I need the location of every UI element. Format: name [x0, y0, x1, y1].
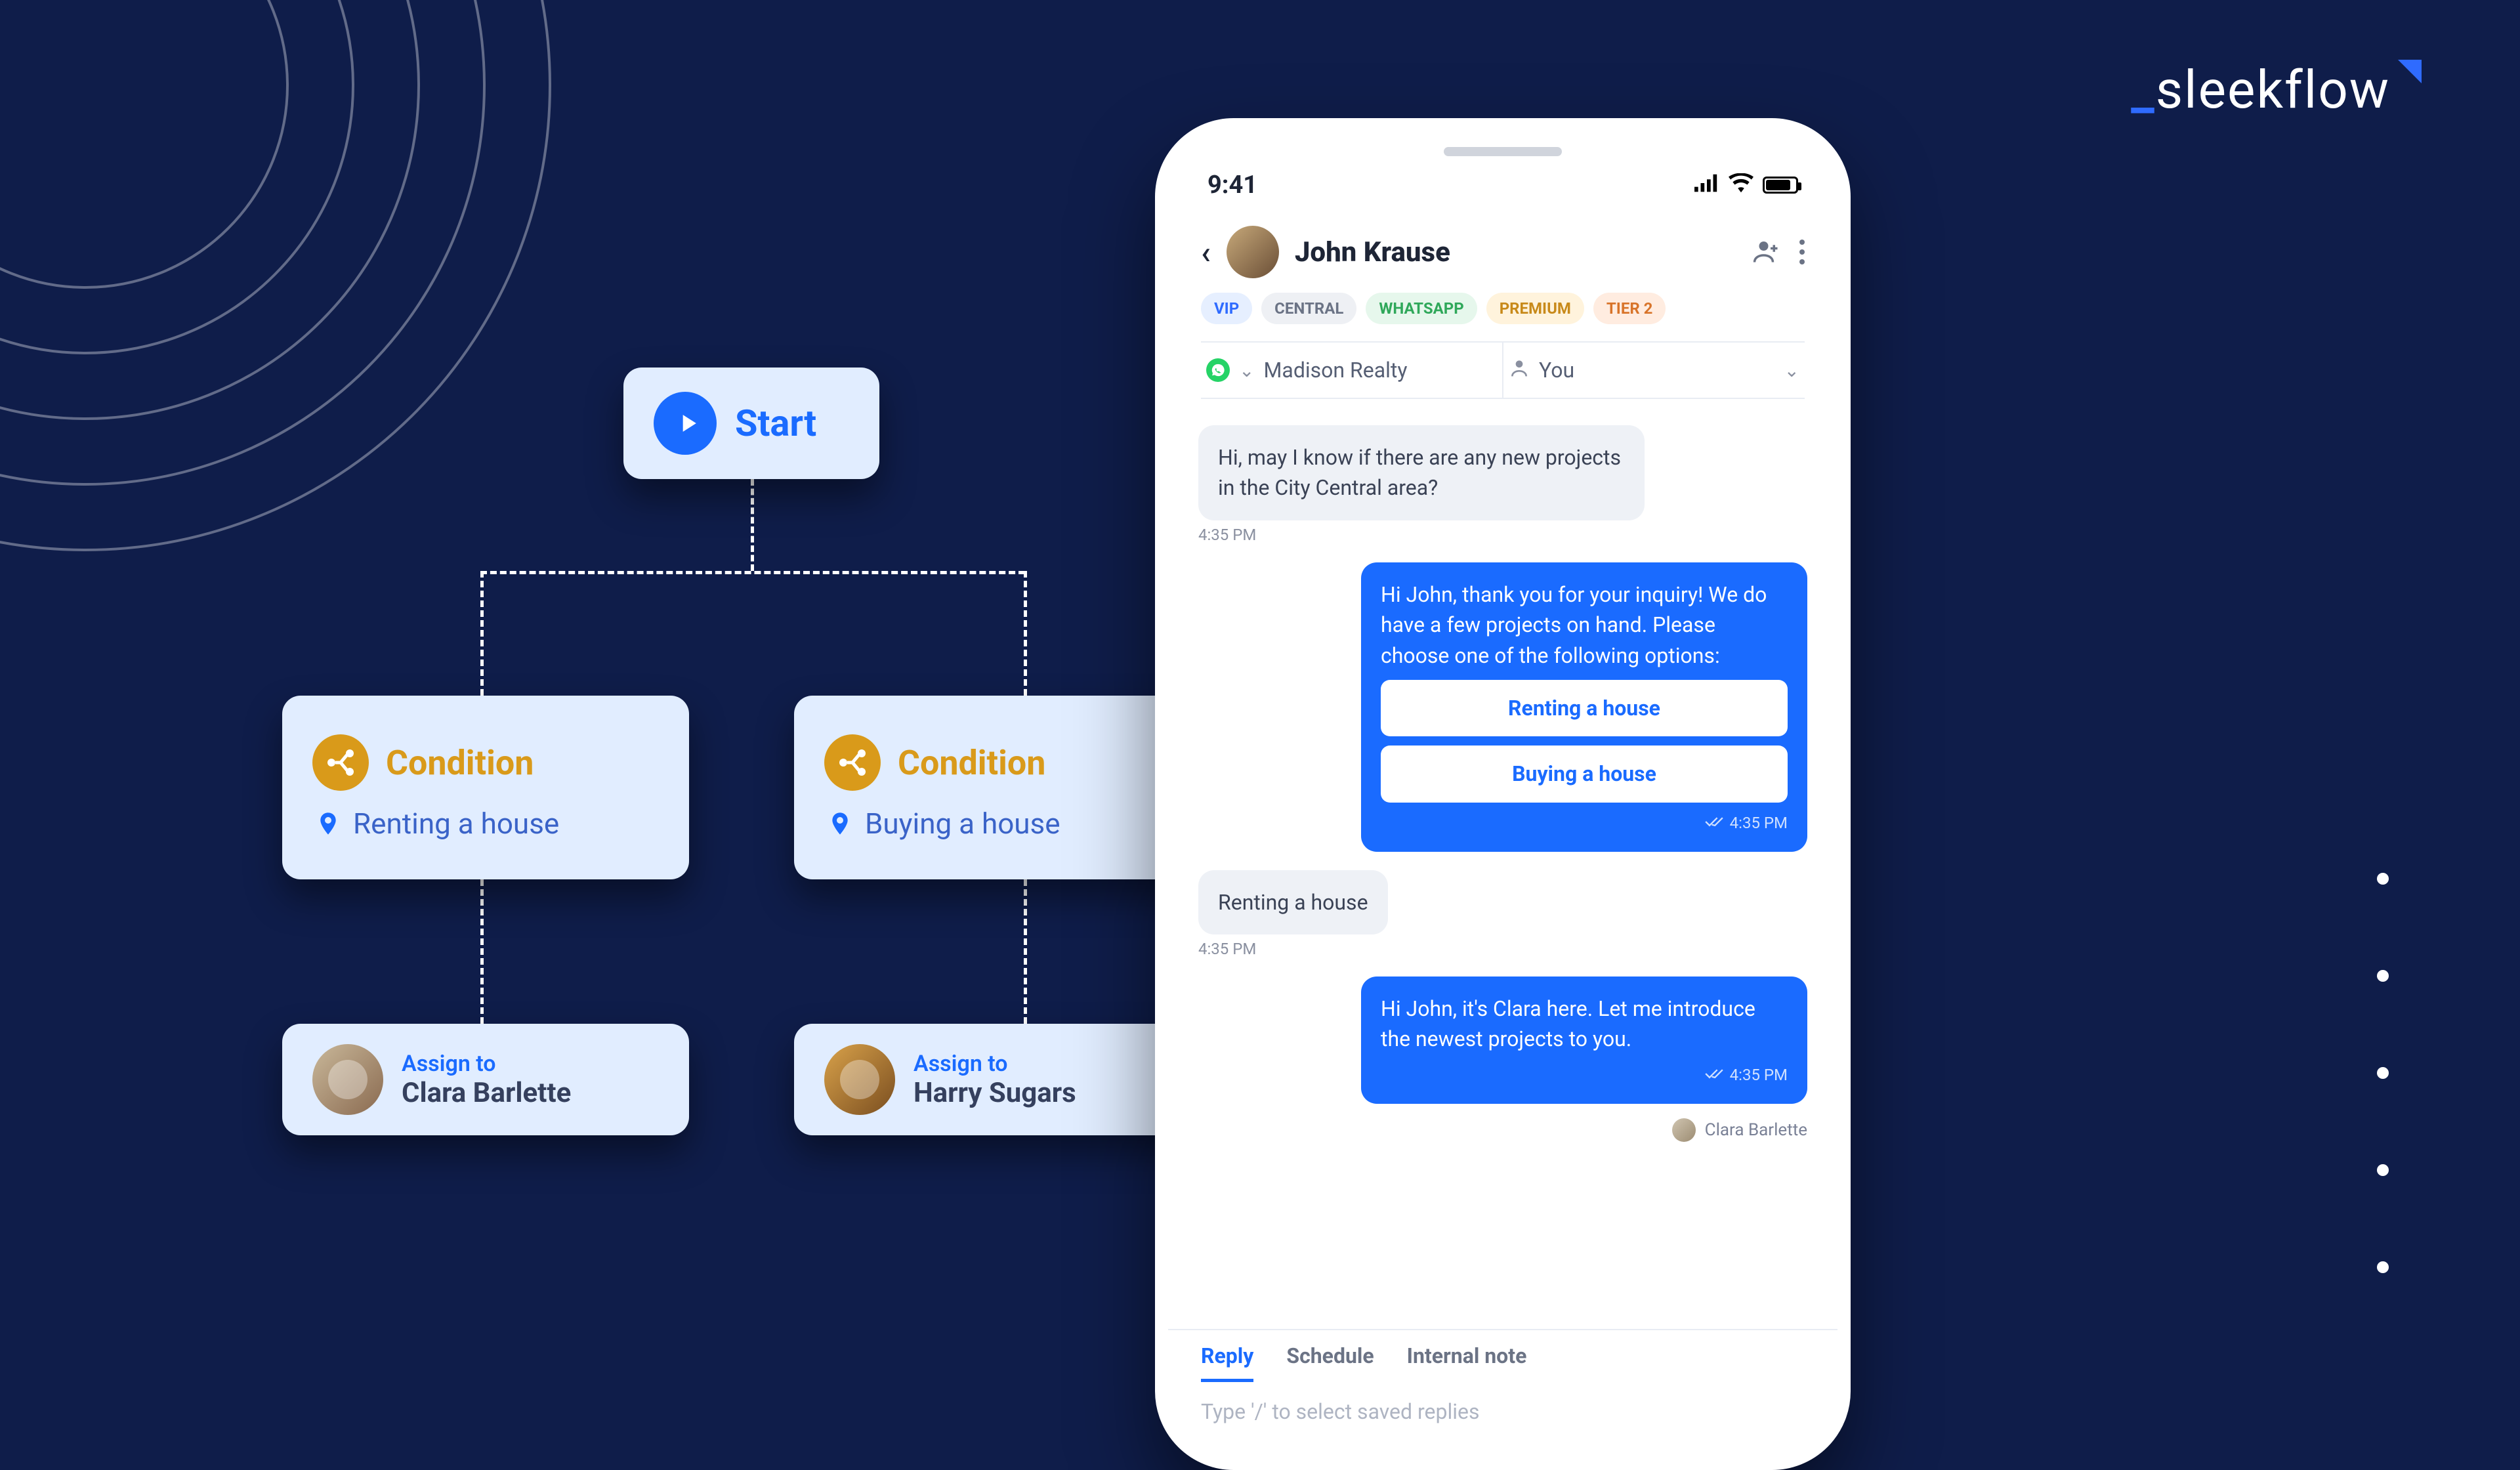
tab-reply[interactable]: Reply [1201, 1343, 1253, 1382]
composer: Reply Schedule Internal note Type '/' to… [1168, 1329, 1838, 1457]
brand-text: sleekflow [2156, 59, 2390, 121]
tag-tier[interactable]: TIER 2 [1593, 293, 1666, 324]
option-renting-button[interactable]: Renting a house [1381, 680, 1788, 736]
assignee-name: Clara Barlette [402, 1077, 571, 1109]
assignee-selector[interactable]: You ⌄ [1503, 343, 1805, 398]
pin-icon [315, 810, 341, 837]
tag-vip[interactable]: VIP [1201, 293, 1252, 324]
message-out-options: Hi John, thank you for your inquiry! We … [1361, 562, 1807, 852]
branch-icon [312, 734, 369, 791]
condition-title: Condition [386, 743, 534, 783]
branch-icon [824, 734, 881, 791]
sender-name: Clara Barlette [1705, 1120, 1807, 1140]
contact-tags: VIP CENTRAL WHATSAPP PREMIUM TIER 2 [1201, 293, 1805, 324]
tag-premium[interactable]: PREMIUM [1486, 293, 1584, 324]
message-text: Hi, may I know if there are any new proj… [1198, 425, 1645, 520]
play-icon [654, 392, 717, 455]
assignee-name: You [1539, 358, 1574, 383]
message-out: Hi John, it's Clara here. Let me introdu… [1361, 976, 1807, 1104]
connector [480, 571, 484, 696]
signal-icon [1694, 171, 1719, 200]
chat-body: Hi, may I know if there are any new proj… [1168, 399, 1838, 1148]
assignee-name: Harry Sugars [914, 1077, 1076, 1109]
more-icon[interactable] [1799, 237, 1805, 267]
message-text: Renting a house [1198, 870, 1388, 934]
person-icon [1509, 357, 1530, 383]
message-in: Renting a house 4:35 PM [1198, 870, 1388, 958]
tag-whatsapp[interactable]: WHATSAPP [1366, 293, 1477, 324]
read-receipt-icon [1705, 1064, 1723, 1087]
message-text: Hi John, thank you for your inquiry! We … [1381, 579, 1788, 671]
avatar [312, 1044, 383, 1115]
flow-start-label: Start [735, 402, 816, 445]
status-bar: 9:41 [1168, 131, 1838, 213]
phone-mockup: 9:41 ‹ John Krause VIP CENTRAL WHATSAPP … [1155, 118, 1851, 1470]
whatsapp-icon [1206, 358, 1230, 382]
flow-assign-harry[interactable]: Assign to Harry Sugars [794, 1024, 1201, 1135]
flow-assign-clara[interactable]: Assign to Clara Barlette [282, 1024, 689, 1135]
connector [1024, 879, 1027, 1024]
option-buying-button[interactable]: Buying a house [1381, 746, 1788, 802]
back-button[interactable]: ‹ [1201, 234, 1211, 271]
sender-caption: Clara Barlette [1672, 1118, 1807, 1142]
tab-schedule[interactable]: Schedule [1286, 1343, 1374, 1382]
flow-start-node[interactable]: Start [623, 368, 879, 479]
chat-header: ‹ John Krause VIP CENTRAL WHATSAPP PREMI… [1168, 213, 1838, 399]
channel-name: Madison Realty [1263, 358, 1407, 383]
message-time: 4:35 PM [1730, 1064, 1788, 1087]
connector [480, 879, 484, 1024]
status-time: 9:41 [1208, 171, 1257, 200]
condition-value: Buying a house [865, 807, 1060, 841]
message-time: 4:35 PM [1198, 526, 1645, 544]
battery-icon [1763, 177, 1798, 194]
tag-central[interactable]: CENTRAL [1261, 293, 1356, 324]
message-text: Hi John, it's Clara here. Let me introdu… [1381, 994, 1788, 1055]
assign-label: Assign to [914, 1051, 1076, 1077]
message-time: 4:35 PM [1730, 812, 1788, 835]
message-in: Hi, may I know if there are any new proj… [1198, 425, 1645, 544]
contact-name: John Krause [1295, 236, 1736, 268]
pin-icon [827, 810, 853, 837]
condition-title: Condition [898, 743, 1045, 783]
decorative-dots [2377, 873, 2389, 1273]
phone-notch [1444, 147, 1562, 156]
connector [480, 571, 1025, 574]
flow-condition-buying[interactable]: Condition Buying a house [794, 696, 1201, 879]
read-receipt-icon [1705, 812, 1723, 835]
add-person-icon[interactable] [1752, 237, 1780, 267]
composer-input[interactable]: Type '/' to select saved replies [1201, 1399, 1805, 1424]
contact-avatar[interactable] [1227, 226, 1279, 278]
message-time: 4:35 PM [1198, 940, 1388, 958]
connector [1024, 571, 1027, 696]
avatar [824, 1044, 895, 1115]
condition-value: Renting a house [353, 807, 559, 841]
flow-condition-renting[interactable]: Condition Renting a house [282, 696, 689, 879]
wifi-icon [1729, 171, 1754, 200]
sender-avatar [1672, 1118, 1696, 1142]
channel-selector[interactable]: ⌄ Madison Realty [1201, 343, 1503, 398]
flow-diagram: Start Condition Renting a house Conditio… [276, 368, 1260, 1234]
connector [751, 479, 754, 571]
tab-internal-note[interactable]: Internal note [1407, 1343, 1527, 1382]
assign-label: Assign to [402, 1051, 571, 1077]
brand-logo: _sleekflow [2131, 59, 2422, 121]
